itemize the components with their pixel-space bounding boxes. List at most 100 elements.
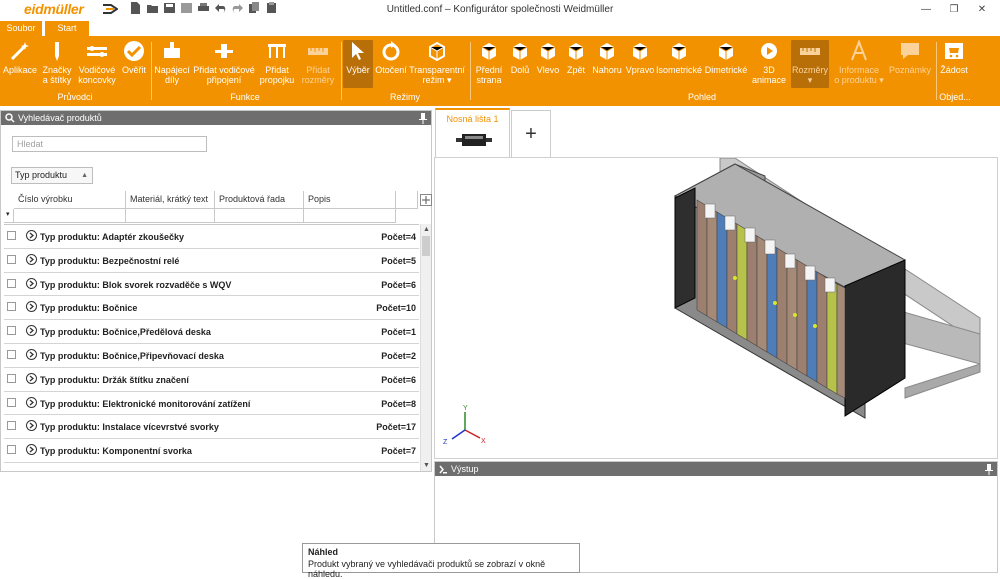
row-toggle-icon[interactable] (7, 397, 16, 407)
scroll-up-icon[interactable]: ▲ (421, 224, 432, 235)
tab-nosna-lista-1[interactable]: Nosná lišta 1 (435, 108, 510, 158)
filter-cell[interactable] (215, 209, 304, 223)
row-count: Počet=17 (376, 422, 416, 433)
expand-row-icon[interactable] (26, 420, 37, 432)
table-row[interactable]: Typ produktu: Adaptér zkoušečky Počet=4 (4, 225, 419, 249)
rozmery-button[interactable]: Rozměry ▾ (791, 40, 829, 88)
expand-row-icon[interactable] (26, 348, 37, 360)
table-row[interactable]: Typ produktu: Komponentní svorka Počet=7 (4, 439, 419, 463)
pridat-propojku-button[interactable]: Přidat propojku (258, 40, 296, 85)
napajeci-label-2: díly (164, 75, 179, 85)
minimize-button[interactable]: — (912, 0, 940, 18)
filter-cell[interactable] (14, 209, 126, 223)
animace-label-1: 3D (763, 65, 775, 75)
product-type-filter[interactable]: Typ produktu ▲ (11, 167, 93, 184)
column-header[interactable]: Produktová řada (215, 191, 304, 209)
overit-button[interactable]: Ověřit (118, 40, 150, 75)
expand-row-icon[interactable] (26, 277, 37, 289)
table-row[interactable]: Typ produktu: Blok svorek rozvaděče s WQ… (4, 273, 419, 297)
scroll-thumb[interactable] (422, 236, 430, 256)
column-spacer (396, 191, 418, 209)
row-count: Počet=8 (381, 398, 416, 409)
table-row[interactable]: Typ produktu: Bočnice,Připevňovací deska… (4, 344, 419, 368)
expand-row-icon[interactable] (26, 396, 37, 408)
row-toggle-icon[interactable] (7, 349, 16, 359)
row-toggle-icon[interactable] (7, 445, 16, 455)
output-header: Výstup (435, 462, 997, 476)
poznamky-button[interactable]: Poznámky (888, 40, 932, 75)
pin-icon[interactable] (419, 112, 427, 124)
pridat-rozmery-button[interactable]: Přidat rozměry (298, 40, 338, 85)
3d-animace-button[interactable]: 3D animace (750, 40, 788, 85)
dolu-button[interactable]: Dolů (507, 40, 533, 75)
aplikace-button[interactable]: Aplikace (2, 40, 38, 75)
row-toggle-icon[interactable] (7, 278, 16, 288)
product-finder-title: Vyhledávač produktů (18, 113, 102, 123)
otoceni-button[interactable]: Otočení (374, 40, 408, 75)
transparentni-rezim-button[interactable]: Transparentní režim ▾ (408, 40, 466, 85)
table-row[interactable]: Typ produktu: Bezpečnostní relé Počet=5 (4, 249, 419, 273)
tab-file[interactable]: Soubor (0, 21, 42, 36)
expand-row-icon[interactable] (26, 325, 37, 337)
izometricke-button[interactable]: Isometrické (656, 40, 702, 75)
predni-strana-button[interactable]: Přední strana (472, 40, 506, 85)
group-divider (151, 42, 152, 100)
list-scrollbar[interactable]: ▲ ▼ (420, 224, 431, 471)
znacky-button[interactable]: Značky a štítky (40, 40, 74, 85)
row-toggle-icon[interactable] (7, 302, 16, 312)
table-row[interactable]: Typ produktu: Instalace vícevrstvé svork… (4, 415, 419, 440)
pridat-vodicove-pripojeni-button[interactable]: Přidat vodičové připojení (192, 40, 256, 85)
3d-viewport[interactable]: Y X Z (434, 157, 998, 459)
vyber-button[interactable]: Výběr (343, 40, 373, 88)
dimetricke-button[interactable]: Dimetrické (703, 40, 749, 75)
predni-label-2: strana (476, 75, 502, 85)
row-toggle-icon[interactable] (7, 231, 16, 240)
cursor-arrow-icon (352, 42, 364, 60)
filter-cell[interactable] (126, 209, 215, 223)
maximize-button[interactable]: ❐ (940, 0, 968, 18)
expand-row-icon[interactable] (26, 372, 37, 384)
row-toggle-icon[interactable] (7, 254, 16, 264)
row-label: Typ produktu: Adaptér zkoušečky (40, 232, 185, 242)
pridat-rozmery-label-2: rozměry (301, 75, 335, 85)
zadost-button[interactable]: Žádost (938, 40, 970, 75)
column-header[interactable]: Materiál, krátký text (126, 191, 215, 209)
zadost-label: Žádost (940, 65, 968, 75)
nahoru-button[interactable]: Nahoru (591, 40, 623, 75)
row-toggle-icon[interactable] (7, 421, 16, 431)
table-row[interactable]: Typ produktu: Elektronické monitorování … (4, 392, 419, 416)
dropdown-arrow-icon: ▲ (81, 172, 88, 179)
vpravo-button[interactable]: Vpravo (624, 40, 656, 75)
expand-row-icon[interactable] (26, 301, 37, 313)
expand-row-icon[interactable] (26, 253, 37, 265)
close-button[interactable]: ✕ (968, 0, 996, 18)
add-tab-button[interactable]: + (511, 110, 551, 158)
informace-o-produktu-button[interactable]: Informace o produktu ▾ (832, 40, 886, 85)
row-toggle-icon[interactable] (7, 326, 16, 336)
expand-row-icon[interactable] (26, 444, 37, 456)
expand-row-icon[interactable] (26, 230, 37, 241)
row-toggle-icon[interactable] (7, 373, 16, 383)
dimensions-ruler-icon (800, 48, 820, 55)
filter-cell[interactable] (304, 209, 396, 223)
ruler-icon (308, 48, 328, 55)
scroll-down-icon[interactable]: ▼ (421, 460, 432, 471)
column-chooser-icon[interactable] (420, 194, 432, 206)
column-header[interactable]: Číslo výrobku (14, 191, 126, 209)
pin-icon[interactable] (985, 463, 993, 475)
zpet-button[interactable]: Zpět (563, 40, 589, 75)
table-row[interactable]: Typ produktu: Držák štítku značení Počet=… (4, 368, 419, 392)
napajeci-dily-button[interactable]: Napájecí díly (153, 40, 191, 85)
group-label-rezimy: Režimy (389, 92, 420, 102)
table-row[interactable]: Typ produktu: Bočnice Počet=10 (4, 296, 419, 321)
tab-start[interactable]: Start (45, 21, 89, 36)
row-label: Typ produktu: Bočnice,Připevňovací deska (40, 350, 224, 361)
vlevo-label: Vlevo (536, 65, 560, 75)
row-count: Počet=7 (381, 446, 416, 457)
table-row[interactable]: Typ produktu: Bočnice,Předělová deska Poč… (4, 320, 419, 344)
row-label: Typ produktu: Blok svorek rozvaděče s WQ… (40, 279, 232, 290)
search-input[interactable]: Hledat (12, 136, 207, 152)
vlevo-button[interactable]: Vlevo (534, 40, 562, 75)
vodicove-koncovky-button[interactable]: Vodičové koncovky (76, 40, 118, 85)
column-header[interactable]: Popis (304, 191, 396, 209)
